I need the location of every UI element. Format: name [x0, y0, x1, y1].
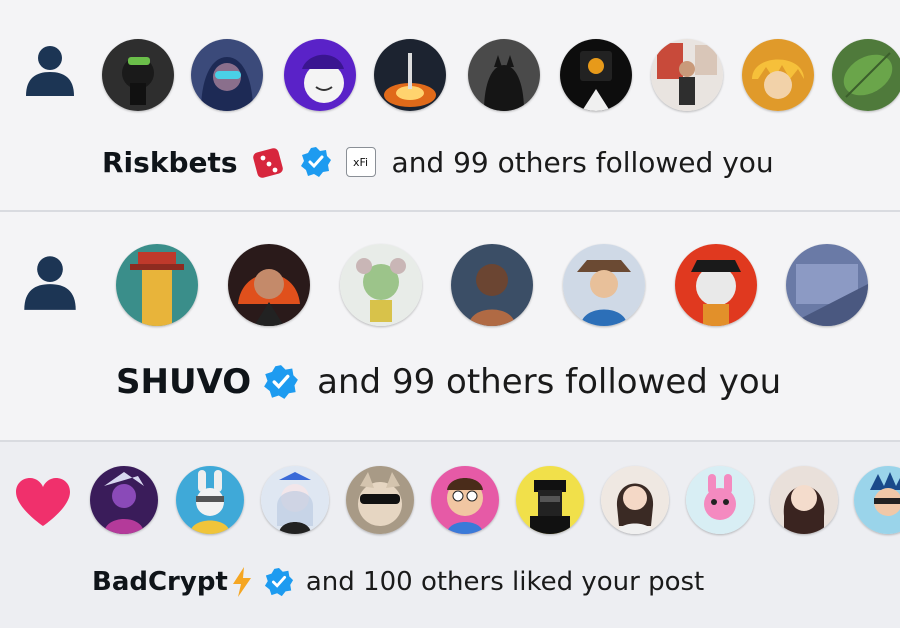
- xfi-badge: xFi: [345, 147, 376, 177]
- follower-avatar[interactable]: [563, 244, 645, 326]
- liker-avatar[interactable]: [770, 466, 838, 534]
- person-icon: [26, 46, 74, 96]
- verified-badge-icon: [264, 365, 299, 399]
- follower-avatar[interactable]: [742, 39, 814, 111]
- liker-avatar[interactable]: [346, 466, 414, 534]
- follower-avatar[interactable]: [340, 244, 422, 326]
- follower-avatar[interactable]: [560, 39, 632, 111]
- liker-avatar[interactable]: [431, 466, 499, 534]
- user-name[interactable]: Riskbets: [102, 146, 238, 179]
- heart-icon: [16, 478, 70, 526]
- follower-avatar[interactable]: [786, 244, 868, 326]
- follower-avatar[interactable]: [374, 39, 446, 111]
- user-name[interactable]: SHUVO: [116, 362, 251, 402]
- notification-message: and 100 others liked your post: [305, 567, 705, 597]
- notification-message: and 99 others followed you: [317, 362, 782, 402]
- liker-avatar[interactable]: [854, 466, 900, 534]
- liker-avatar[interactable]: [686, 466, 754, 534]
- follower-avatar[interactable]: [191, 39, 263, 111]
- follower-avatar[interactable]: [468, 39, 540, 111]
- liker-avatar[interactable]: [261, 466, 329, 534]
- follower-avatar[interactable]: [451, 244, 533, 326]
- verified-badge-icon: [300, 147, 331, 177]
- notification-message: and 99 others followed you: [391, 145, 774, 179]
- dice-icon: [252, 148, 283, 178]
- notification-like-badcrypt[interactable]: BadCrypt and 100 others liked your post: [0, 442, 900, 628]
- liker-avatar[interactable]: [176, 466, 244, 534]
- notification-text: BadCrypt and 100 others liked your post: [92, 562, 704, 602]
- follower-avatar[interactable]: [228, 244, 310, 326]
- lightning-icon: [232, 567, 251, 597]
- notification-follow-riskbets[interactable]: Riskbets xFi and 99 others followed you: [0, 0, 900, 210]
- liker-avatar[interactable]: [90, 466, 158, 534]
- follower-avatar[interactable]: [116, 244, 198, 326]
- verified-badge-icon: [264, 567, 293, 597]
- follower-avatar[interactable]: [675, 244, 757, 326]
- follower-avatar[interactable]: [102, 39, 174, 111]
- notification-text: Riskbets xFi and 99 others followed you: [102, 140, 774, 184]
- user-name[interactable]: BadCrypt: [92, 567, 228, 597]
- notification-text: SHUVO and 99 others followed you: [116, 358, 781, 406]
- liker-avatar[interactable]: [516, 466, 584, 534]
- follower-avatar[interactable]: [832, 39, 900, 111]
- follower-avatar[interactable]: [651, 39, 723, 111]
- follower-avatar[interactable]: [284, 39, 356, 111]
- liker-avatar[interactable]: [601, 466, 669, 534]
- notification-follow-shuvo[interactable]: SHUVO and 99 others followed you: [0, 212, 900, 440]
- person-icon: [24, 256, 76, 310]
